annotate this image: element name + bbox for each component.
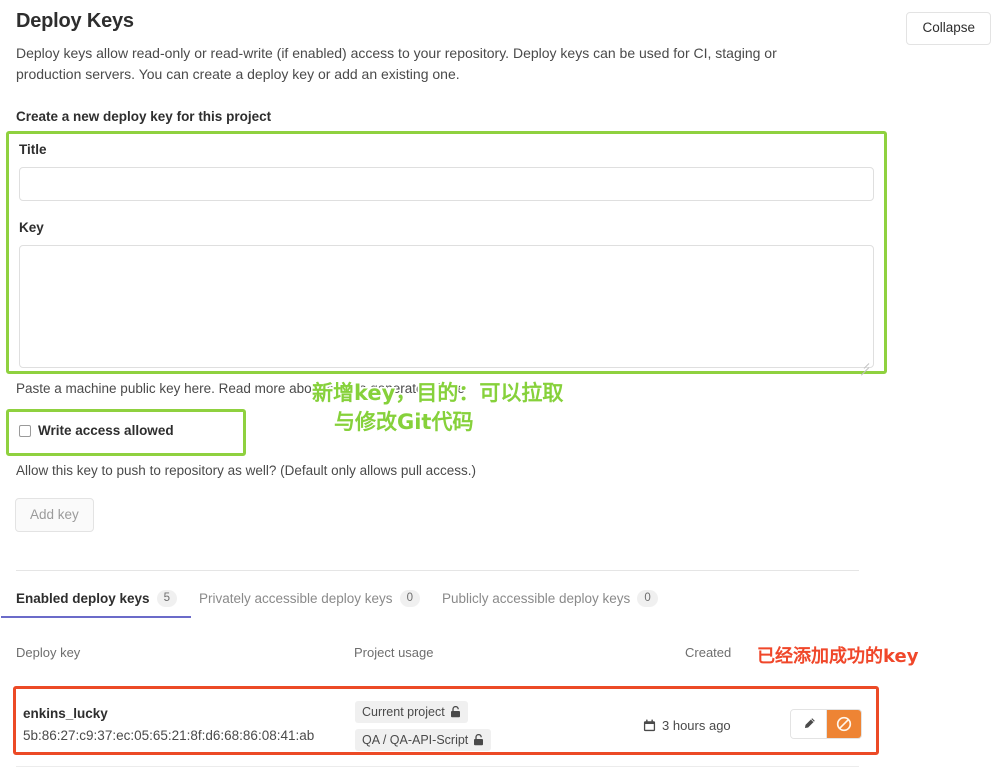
tab-privately-count: 0 xyxy=(399,590,420,607)
annotation-text-green: 新增key，目的：可以拉取 与修改Git代码 xyxy=(312,379,563,437)
title-field-label: Title xyxy=(19,142,47,157)
column-header-project-usage: Project usage xyxy=(354,645,434,660)
tab-privately-accessible-deploy-keys[interactable]: Privately accessible deploy keys 0 xyxy=(199,590,420,618)
tab-enabled-count: 5 xyxy=(156,590,177,607)
badge-current-project-label: Current project xyxy=(362,705,445,719)
annotation-box-new-key-form: Title Key xyxy=(6,131,887,376)
deploy-keys-tabs: Enabled deploy keys 5 Privately accessib… xyxy=(1,590,658,618)
write-access-row[interactable]: Write access allowed xyxy=(19,423,174,438)
table-row: enkins_lucky 5b:86:27:c9:37:ec:05:65:21:… xyxy=(16,689,876,752)
annotation-box-existing-key: enkins_lucky 5b:86:27:c9:37:ec:05:65:21:… xyxy=(13,686,879,755)
disable-key-button[interactable] xyxy=(826,710,861,738)
page-description: Deploy keys allow read-only or read-writ… xyxy=(16,45,777,82)
lock-icon xyxy=(474,734,484,746)
section-divider xyxy=(16,570,859,571)
key-textarea[interactable] xyxy=(19,245,874,368)
ban-icon xyxy=(836,716,852,732)
annotation-box-write-access: Write access allowed xyxy=(6,409,246,456)
tab-privately-label: Privately accessible deploy keys xyxy=(198,591,393,606)
pencil-icon xyxy=(804,718,815,729)
created-time: 3 hours ago xyxy=(662,718,731,733)
write-access-checkbox[interactable] xyxy=(19,424,31,437)
annotation-green-line2: 与修改Git代码 xyxy=(334,410,474,434)
annotation-text-red: 已经添加成功的key xyxy=(757,646,919,667)
project-usage-badges: Current project QA / QA-API-Script xyxy=(355,701,492,757)
column-header-deploy-key: Deploy key xyxy=(16,645,81,660)
page-title: Deploy Keys xyxy=(16,10,134,32)
row-actions xyxy=(790,709,862,739)
bottom-rule xyxy=(16,766,859,767)
page-header: Deploy Keys Deploy keys allow read-only … xyxy=(16,8,991,85)
tab-publicly-accessible-deploy-keys[interactable]: Publicly accessible deploy keys 0 xyxy=(442,590,658,618)
deploy-key-name: enkins_lucky xyxy=(23,706,108,721)
tab-publicly-count: 0 xyxy=(637,590,658,607)
create-key-section-label: Create a new deploy key for this project xyxy=(16,109,272,124)
title-input[interactable] xyxy=(19,167,874,201)
badge-qa-api-script-label: QA / QA-API-Script xyxy=(362,733,469,747)
tab-publicly-label: Publicly accessible deploy keys xyxy=(441,591,631,606)
edit-key-button[interactable] xyxy=(791,710,826,738)
annotation-green-line1: 新增key，目的：可以拉取 xyxy=(312,381,564,405)
tab-enabled-label: Enabled deploy keys xyxy=(16,591,150,606)
calendar-icon xyxy=(643,719,656,732)
lock-icon xyxy=(450,706,460,718)
deploy-keys-page: Deploy Keys Deploy keys allow read-only … xyxy=(0,0,1005,773)
created-cell: 3 hours ago xyxy=(643,718,731,733)
tab-enabled-deploy-keys[interactable]: Enabled deploy keys 5 xyxy=(1,590,191,618)
badge-current-project: Current project xyxy=(355,701,468,723)
write-access-label: Write access allowed xyxy=(38,423,174,438)
column-header-created: Created xyxy=(685,645,732,660)
add-key-button[interactable]: Add key xyxy=(15,498,94,532)
key-field-label: Key xyxy=(19,220,44,235)
deploy-key-fingerprint: 5b:86:27:c9:37:ec:05:65:21:8f:d6:68:86:0… xyxy=(23,728,315,743)
write-access-hint: Allow this key to push to repository as … xyxy=(16,463,476,478)
badge-qa-api-script: QA / QA-API-Script xyxy=(355,729,492,751)
collapse-button[interactable]: Collapse xyxy=(906,12,991,45)
